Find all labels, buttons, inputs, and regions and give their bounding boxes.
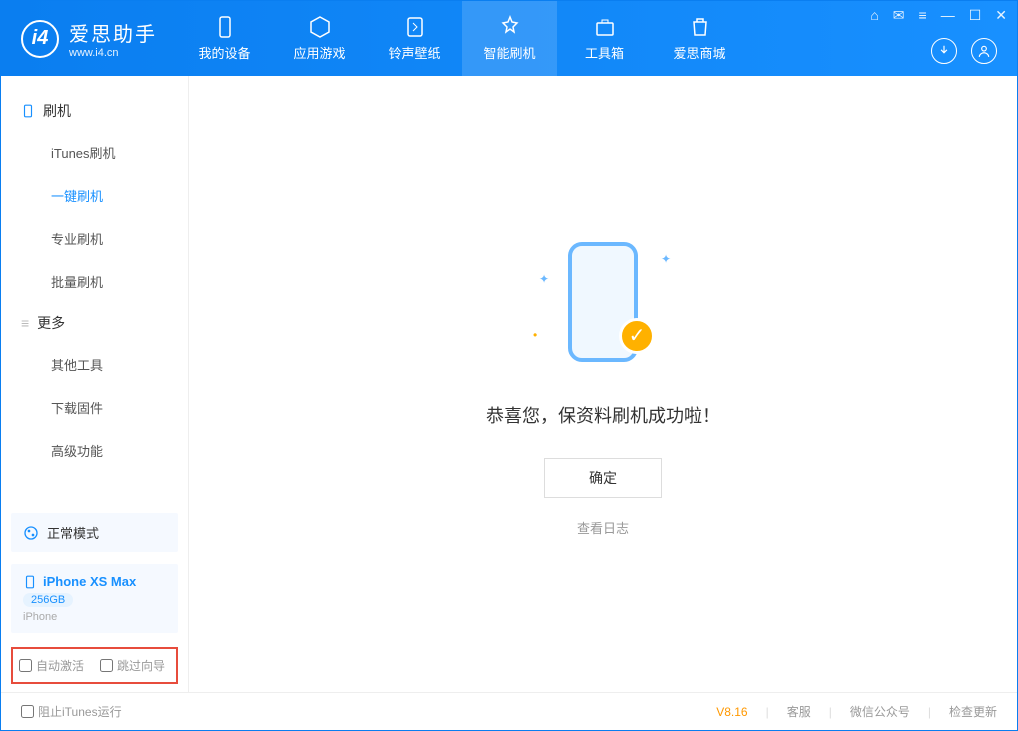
phone-icon [21,104,35,118]
nav-tabs: 我的设备 应用游戏 铃声壁纸 智能刷机 工具箱 爱思商城 [177,1,747,76]
checkbox-auto-activate[interactable]: 自动激活 [19,657,84,674]
sidebar-group-more: ≡ 更多 [1,303,188,343]
tab-apps[interactable]: 应用游戏 [272,1,367,76]
user-icon[interactable] [971,38,997,64]
view-log-link[interactable]: 查看日志 [577,518,629,537]
tab-store[interactable]: 爱思商城 [652,1,747,76]
logo-icon: i4 [21,20,59,58]
logo: i4 爱思助手 www.i4.cn [1,18,177,59]
device-icon [23,575,37,589]
sidebar-item-batch-flash[interactable]: 批量刷机 [1,260,188,303]
device-name: iPhone XS Max [43,574,136,589]
customer-service-link[interactable]: 客服 [787,703,811,720]
window-controls: ⌂ ✉ ≡ — ☐ ✕ [870,7,1007,24]
tab-my-device[interactable]: 我的设备 [177,1,272,76]
sidebar-item-itunes-flash[interactable]: iTunes刷机 [1,131,188,174]
list-icon: ≡ [21,315,29,331]
sidebar: 刷机 iTunes刷机 一键刷机 专业刷机 批量刷机 ≡ 更多 其他工具 下载固… [1,76,189,692]
sidebar-item-oneclick-flash[interactable]: 一键刷机 [1,174,188,217]
menu-icon[interactable]: ≡ [919,7,927,24]
status-bar: 阻止iTunes运行 V8.16 | 客服 | 微信公众号 | 检查更新 [1,692,1017,730]
download-icon[interactable] [931,38,957,64]
success-illustration: ✦ ✦ • ✓ [533,232,673,372]
tab-flash[interactable]: 智能刷机 [462,1,557,76]
tab-toolbox[interactable]: 工具箱 [557,1,652,76]
sidebar-item-other-tools[interactable]: 其他工具 [1,343,188,386]
close-button[interactable]: ✕ [995,7,1007,24]
sidebar-group-flash: 刷机 [1,91,188,131]
device-storage: 256GB [23,593,73,607]
sidebar-item-advanced[interactable]: 高级功能 [1,429,188,472]
flash-options: 自动激活 跳过向导 [11,647,178,684]
main-content: ✦ ✦ • ✓ 恭喜您，保资料刷机成功啦！ 确定 查看日志 [189,76,1017,692]
check-update-link[interactable]: 检查更新 [949,703,997,720]
success-message: 恭喜您，保资料刷机成功啦！ [486,402,720,428]
device-type: iPhone [23,611,166,623]
header-actions [931,38,997,64]
ok-button[interactable]: 确定 [544,458,662,498]
sidebar-item-download-firmware[interactable]: 下载固件 [1,386,188,429]
mode-status[interactable]: 正常模式 [11,513,178,552]
check-badge-icon: ✓ [619,318,655,354]
maximize-button[interactable]: ☐ [969,7,982,24]
tshirt-icon[interactable]: ⌂ [870,7,878,24]
checkbox-skip-guide[interactable]: 跳过向导 [100,657,165,674]
tab-ringtone[interactable]: 铃声壁纸 [367,1,462,76]
wechat-link[interactable]: 微信公众号 [850,703,910,720]
sidebar-item-pro-flash[interactable]: 专业刷机 [1,217,188,260]
device-info[interactable]: iPhone XS Max 256GB iPhone [11,564,178,633]
version-label: V8.16 [716,705,747,719]
title-bar: i4 爱思助手 www.i4.cn 我的设备 应用游戏 铃声壁纸 智能刷机 工具… [1,1,1017,76]
checkbox-block-itunes[interactable]: 阻止iTunes运行 [21,703,122,720]
mode-icon [23,525,39,541]
app-subtitle: www.i4.cn [69,47,157,59]
app-title: 爱思助手 [69,18,157,47]
minimize-button[interactable]: — [941,7,955,24]
feedback-icon[interactable]: ✉ [893,7,905,24]
